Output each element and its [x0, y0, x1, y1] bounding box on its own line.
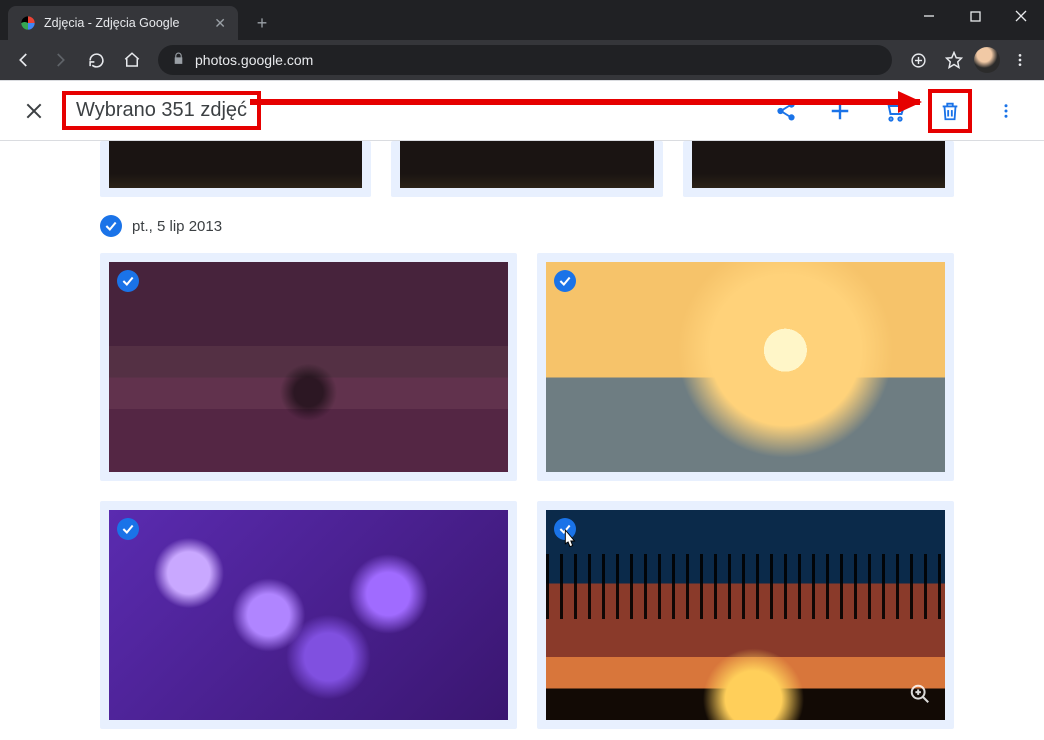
tab-title: Zdjęcia - Zdjęcia Google — [44, 16, 206, 30]
install-app-button[interactable] — [902, 44, 934, 76]
photo-thumbnail[interactable] — [683, 141, 954, 197]
more-options-button[interactable] — [986, 91, 1026, 131]
zoom-icon[interactable] — [909, 683, 931, 710]
date-select-all-checkmark-icon[interactable] — [100, 215, 122, 237]
add-to-button[interactable] — [820, 91, 860, 131]
browser-toolbar: photos.google.com — [0, 40, 1044, 80]
url-text: photos.google.com — [195, 52, 313, 68]
photo-thumbnail[interactable] — [100, 141, 371, 197]
photo-thumbnail[interactable] — [100, 501, 517, 729]
photo-thumbnail[interactable] — [537, 253, 954, 481]
lock-icon — [172, 52, 185, 68]
photo-selected-checkmark-icon[interactable] — [117, 270, 139, 292]
photo-thumbnail[interactable] — [100, 253, 517, 481]
photo-grid-scroll[interactable]: pt., 5 lip 2013 — [0, 141, 1044, 740]
tab-close-icon[interactable]: ✕ — [214, 15, 226, 32]
selection-count-annotation: Wybrano 351 zdjęć — [62, 91, 261, 130]
browser-menu-button[interactable] — [1004, 44, 1036, 76]
photo-selected-checkmark-icon[interactable] — [554, 270, 576, 292]
tab-strip: Zdjęcia - Zdjęcia Google ✕ + — [0, 0, 1044, 40]
clear-selection-button[interactable] — [18, 95, 50, 127]
photo-thumbnail[interactable] — [391, 141, 662, 197]
bookmark-star-button[interactable] — [938, 44, 970, 76]
browser-chrome: Zdjęcia - Zdjęcia Google ✕ + photos.goog… — [0, 0, 1044, 80]
nav-forward-button[interactable] — [44, 44, 76, 76]
window-close-button[interactable] — [998, 0, 1044, 32]
window-maximize-button[interactable] — [952, 0, 998, 32]
selection-count-text: Wybrano 351 zdjęć — [76, 99, 247, 121]
window-minimize-button[interactable] — [906, 0, 952, 32]
annotation-arrow — [250, 99, 920, 105]
date-label: pt., 5 lip 2013 — [132, 218, 222, 235]
nav-back-button[interactable] — [8, 44, 40, 76]
reload-button[interactable] — [80, 44, 112, 76]
new-tab-button[interactable]: + — [248, 9, 276, 37]
google-photos-favicon-icon — [20, 15, 36, 31]
browser-tab[interactable]: Zdjęcia - Zdjęcia Google ✕ — [8, 6, 238, 40]
previous-section-row — [100, 141, 954, 197]
profile-avatar[interactable] — [974, 47, 1000, 73]
app-page: Wybrano 351 zdjęć — [0, 80, 1044, 740]
photo-selected-checkmark-icon[interactable] — [117, 518, 139, 540]
delete-button[interactable] — [934, 95, 966, 127]
delete-button-annotation — [928, 89, 972, 133]
photo-thumbnail[interactable] — [537, 501, 954, 729]
share-button[interactable] — [766, 91, 806, 131]
date-section-header[interactable]: pt., 5 lip 2013 — [100, 215, 954, 237]
home-button[interactable] — [116, 44, 148, 76]
cursor-pointer-icon — [558, 528, 580, 559]
address-bar[interactable]: photos.google.com — [158, 45, 892, 75]
selection-toolbar: Wybrano 351 zdjęć — [0, 81, 1044, 141]
